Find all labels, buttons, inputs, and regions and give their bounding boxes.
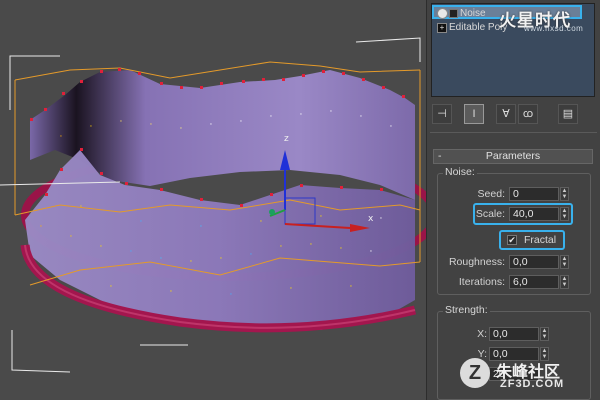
make-unique-icon[interactable]: ∀ xyxy=(496,104,516,124)
svg-text:': ' xyxy=(320,214,322,222)
spinner-arrows-icon[interactable]: ▲ ▼ xyxy=(560,187,569,201)
spinner-arrows-icon[interactable]: ▲ ▼ xyxy=(560,255,569,269)
svg-text:': ' xyxy=(380,216,382,224)
scale-input[interactable]: 40,0 xyxy=(509,207,559,221)
svg-text:': ' xyxy=(180,126,182,134)
svg-text:': ' xyxy=(80,204,82,212)
site-logo: Z 朱峰社区 ZF3D.COM xyxy=(460,358,595,396)
svg-text:': ' xyxy=(120,119,122,127)
strength-x-spinner[interactable]: 0,0 ▲ ▼ xyxy=(489,327,549,341)
bounds-corner-tl xyxy=(9,55,60,60)
svg-text:': ' xyxy=(60,134,62,142)
logo-subtitle: ZF3D.COM xyxy=(500,378,565,390)
roughness-input[interactable]: 0,0 xyxy=(509,255,559,269)
svg-text:': ' xyxy=(250,252,252,260)
iterations-label: Iterations: xyxy=(458,276,505,288)
svg-text:': ' xyxy=(370,249,372,257)
spinner-arrows-icon[interactable]: ▲ ▼ xyxy=(560,275,569,289)
scale-spinner[interactable]: 40,0 ▲ ▼ xyxy=(509,207,569,221)
svg-text:': ' xyxy=(110,284,112,292)
gizmo-x-label: x xyxy=(368,214,374,224)
rollout-title: Parameters xyxy=(485,150,541,162)
fractal-label: Fractal xyxy=(524,234,557,246)
svg-text:': ' xyxy=(170,289,172,297)
svg-text:': ' xyxy=(210,122,212,130)
svg-text:': ' xyxy=(290,286,292,294)
expand-icon[interactable]: + xyxy=(437,23,447,33)
svg-text:': ' xyxy=(360,114,362,122)
seed-label: Seed: xyxy=(477,188,505,200)
logo-mark-icon: Z xyxy=(460,358,490,388)
noise-group-title: Noise: xyxy=(443,166,477,178)
svg-text:': ' xyxy=(230,292,232,300)
svg-text:': ' xyxy=(200,224,202,232)
remove-modifier-icon[interactable]: ꭃ xyxy=(518,104,538,124)
svg-text:': ' xyxy=(260,219,262,227)
svg-text:': ' xyxy=(40,224,42,232)
light-bulb-icon[interactable] xyxy=(437,8,448,19)
roughness-label: Roughness: xyxy=(448,256,505,268)
divider xyxy=(430,132,597,133)
svg-text:': ' xyxy=(310,242,312,250)
bounds-corner-bl xyxy=(11,330,71,373)
collapse-icon: - xyxy=(438,150,442,162)
spinner-arrows-icon[interactable]: ▲ ▼ xyxy=(560,207,569,221)
svg-text:': ' xyxy=(300,112,302,120)
svg-text:': ' xyxy=(270,114,272,122)
svg-text:': ' xyxy=(150,122,152,130)
spinner-arrows-icon[interactable]: ▲ ▼ xyxy=(540,327,549,341)
svg-text:': ' xyxy=(340,246,342,254)
scale-label: Scale: xyxy=(475,208,505,220)
command-panel: Noise + Editable Poly 火星时代 www.hxsd.com … xyxy=(426,0,600,400)
viewport-scene: ''' ' ' ' '' ' ''' ''' '' ' ' '' ' ' ' ''' '' ' … xyxy=(0,37,426,373)
watermark-url: www.hxsd.com xyxy=(524,24,584,33)
seed-spinner[interactable]: 0 ▲ ▼ xyxy=(509,187,569,201)
svg-text:': ' xyxy=(140,219,142,227)
gizmo-z-label: z xyxy=(284,134,289,144)
strength-group-title: Strength: xyxy=(443,304,490,316)
svg-text:': ' xyxy=(90,124,92,132)
svg-text:': ' xyxy=(350,284,352,292)
bounds-corner-tr xyxy=(355,37,421,62)
svg-text:': ' xyxy=(330,109,332,117)
lattice-top xyxy=(14,61,421,81)
svg-text:': ' xyxy=(390,124,392,132)
svg-text:': ' xyxy=(190,259,192,267)
show-end-result-icon[interactable]: I xyxy=(464,104,484,124)
iterations-spinner[interactable]: 6,0 ▲ ▼ xyxy=(509,275,569,289)
svg-text:': ' xyxy=(280,244,282,252)
pin-stack-icon[interactable]: ⊣ xyxy=(432,104,452,124)
svg-text:': ' xyxy=(70,234,72,242)
seed-input[interactable]: 0 xyxy=(509,187,559,201)
strength-x-label: X: xyxy=(477,328,487,340)
svg-text:': ' xyxy=(240,119,242,127)
svg-text:': ' xyxy=(220,256,222,264)
strength-x-input[interactable]: 0,0 xyxy=(489,327,539,341)
svg-text:': ' xyxy=(130,249,132,257)
stack-toolbar: ⊣ I ∀ ꭃ ▤ xyxy=(430,104,596,124)
iterations-input[interactable]: 6,0 xyxy=(509,275,559,289)
viewport[interactable]: ' ' ' ' ' ' ' ' ' ' ' ' ' ' ' ' ' ' ' ' ' ' ' ' ' ' ' ' ' ' … xyxy=(0,0,426,400)
svg-text:': ' xyxy=(160,256,162,264)
svg-text:': ' xyxy=(100,244,102,252)
configure-sets-icon[interactable]: ▤ xyxy=(558,104,578,124)
subobject-icon xyxy=(449,9,458,18)
fractal-checkbox[interactable]: ✔ xyxy=(507,235,517,245)
parameters-rollout-header[interactable]: - Parameters xyxy=(433,149,593,164)
roughness-spinner[interactable]: 0,0 ▲ ▼ xyxy=(509,255,569,269)
stack-item-label: Noise xyxy=(460,8,486,19)
